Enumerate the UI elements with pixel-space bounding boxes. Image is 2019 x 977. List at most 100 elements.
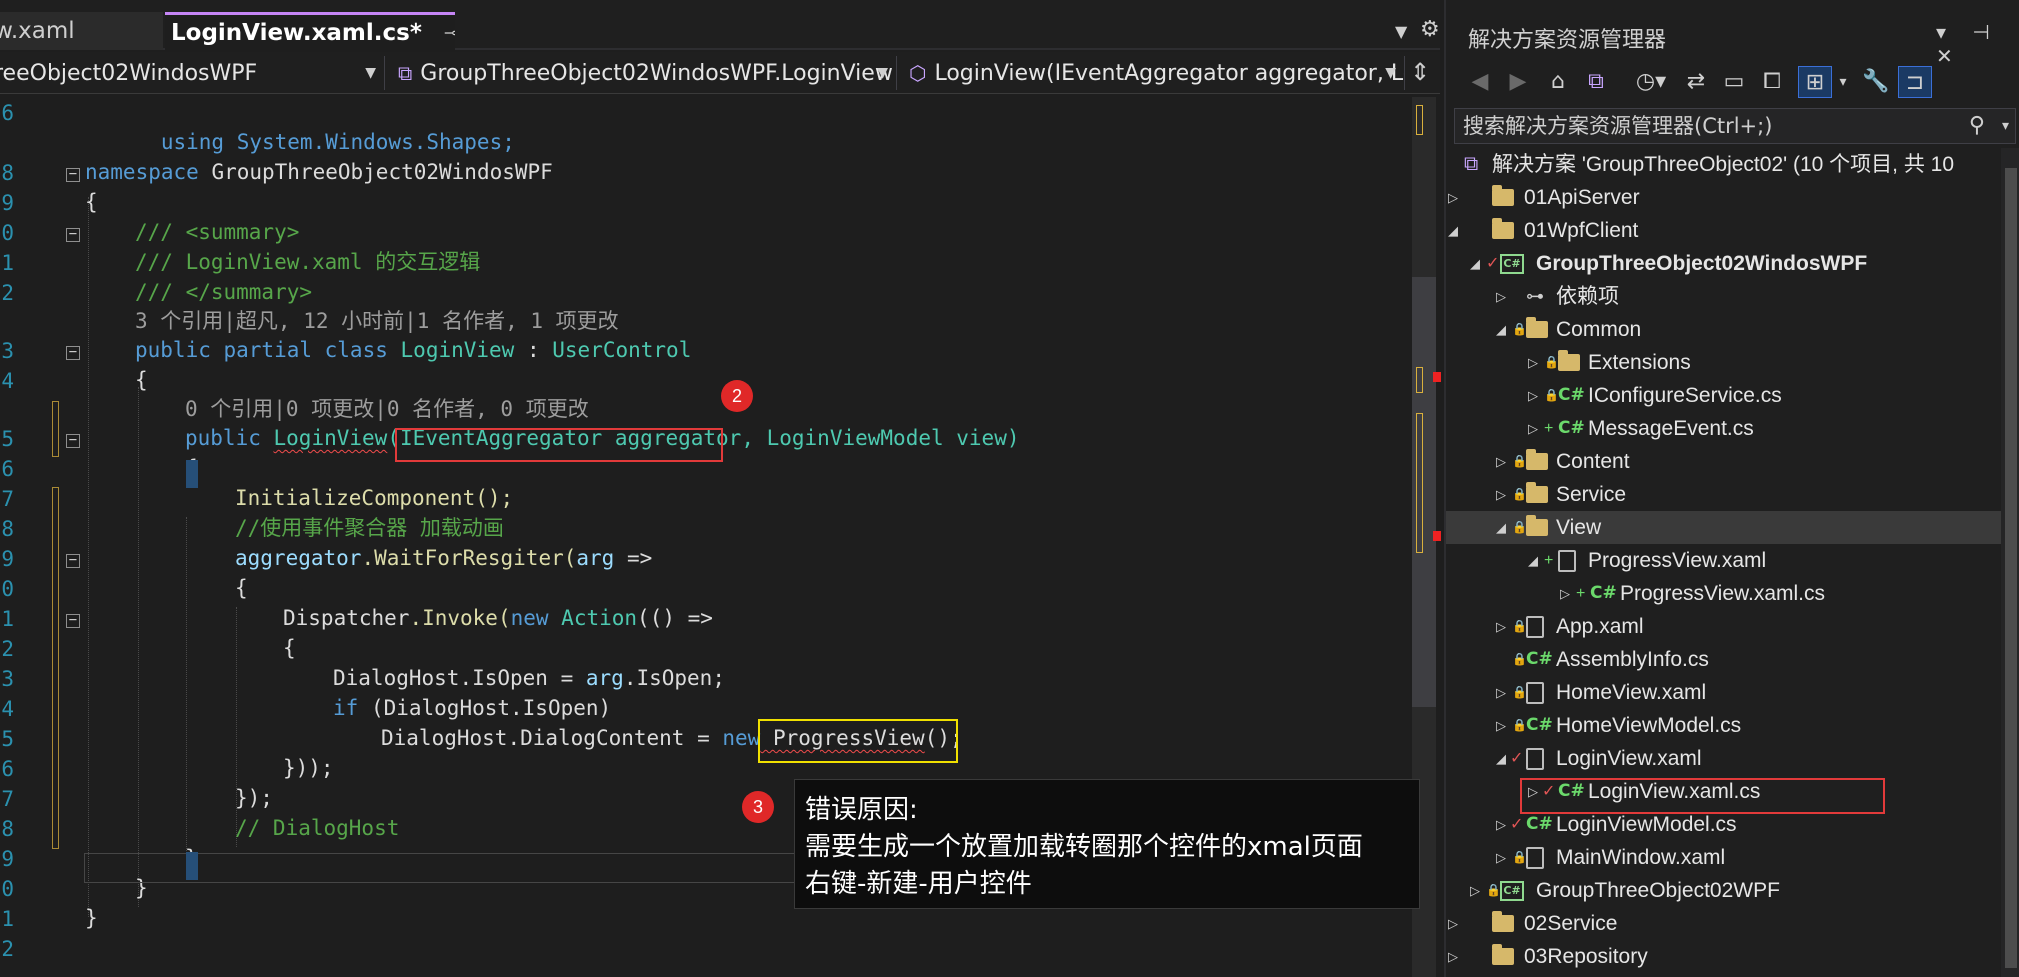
- expand-icon[interactable]: ▷: [1558, 577, 1572, 610]
- tree-item-folder[interactable]: ▷ 🔒 Content: [1446, 445, 2001, 478]
- method-cube-icon: ⬡: [909, 61, 927, 85]
- project-dropdown[interactable]: reeObject02WindosWPF ▼: [0, 56, 385, 90]
- back-icon[interactable]: ◀: [1466, 66, 1494, 98]
- tree-item-folder[interactable]: ▷ 01ApiServer: [1446, 181, 2001, 214]
- brace-match-highlight: [186, 460, 198, 488]
- expand-icon[interactable]: ▷: [1446, 907, 1460, 940]
- vs-switch-view-icon[interactable]: ⧉: [1580, 66, 1612, 98]
- expand-icon[interactable]: ▷: [1494, 841, 1508, 874]
- expand-icon[interactable]: ▷: [1494, 676, 1508, 709]
- expand-icon[interactable]: ▷: [1494, 808, 1508, 841]
- tree-item-project[interactable]: ◢ ✓ C# GroupThreeObject02WindosWPF: [1446, 247, 2001, 280]
- tree-item-folder[interactable]: ◢ 🔒 Common: [1446, 313, 2001, 346]
- tree-item-file[interactable]: ◢ ✓ LoginView.xaml: [1446, 742, 2001, 775]
- expand-icon[interactable]: ▷: [1446, 940, 1460, 973]
- collapse-icon[interactable]: ◢: [1526, 544, 1540, 577]
- preview-icon[interactable]: ⊐: [1898, 66, 1932, 98]
- code-line: //使用事件聚合器 加载动画: [235, 516, 504, 540]
- collapse-region-icon[interactable]: −: [66, 613, 80, 628]
- pin-tab-icon[interactable]: ⊸: [444, 23, 455, 42]
- collapse-region-icon[interactable]: −: [66, 345, 80, 360]
- change-marker: [1416, 367, 1423, 393]
- expand-icon[interactable]: ▷: [1526, 346, 1540, 379]
- tree-item-folder[interactable]: ▷ 🔒 Extensions: [1446, 346, 2001, 379]
- tree-item-file[interactable]: ▷ + C# MessageEvent.cs: [1446, 412, 2001, 445]
- gear-icon[interactable]: ⚙: [1420, 17, 1440, 42]
- tree-item-dependencies[interactable]: ▷ ⊶ 依赖项: [1446, 280, 2001, 313]
- expand-icon[interactable]: ▷: [1494, 280, 1508, 313]
- tab-list-dropdown-icon[interactable]: ▼: [1395, 22, 1407, 41]
- explorer-vertical-scrollbar[interactable]: [2001, 148, 2019, 977]
- lock-icon: 🔒: [1512, 685, 1527, 699]
- brace-match-highlight: [186, 852, 198, 880]
- annotation-badge-2: 2: [721, 380, 753, 412]
- pending-changes-filter-icon[interactable]: ◷▾: [1628, 66, 1674, 98]
- lock-icon: 🔒: [1512, 520, 1527, 534]
- annotation-box-red: [1520, 778, 1885, 814]
- csharp-project-icon: C#: [1500, 247, 1524, 280]
- solution-tree[interactable]: ⧉ 解决方案 'GroupThreeObject02' (10 个项目, 共 1…: [1446, 148, 2001, 977]
- tree-item-folder[interactable]: ▷ 03Repository: [1446, 940, 2001, 973]
- expand-icon[interactable]: ▷: [1526, 379, 1540, 412]
- change-indicator: [52, 487, 59, 849]
- collapse-region-icon[interactable]: −: [66, 227, 80, 242]
- expand-icon[interactable]: ▷: [1494, 709, 1508, 742]
- expand-icon[interactable]: ▷: [1494, 478, 1508, 511]
- code-line: Dispatcher.Invoke(new Action(() =>: [283, 606, 713, 630]
- collapse-region-icon[interactable]: −: [66, 433, 80, 448]
- scrollbar-thumb[interactable]: [2005, 168, 2017, 968]
- collapse-icon[interactable]: ◢: [1494, 511, 1508, 544]
- split-window-icon[interactable]: ⇕: [1410, 58, 1430, 86]
- code-line: using System.Windows.Shapes;: [160, 130, 515, 154]
- wrench-icon[interactable]: 🔧: [1860, 66, 1892, 98]
- tree-item-file[interactable]: ▷ 🔒 HomeView.xaml: [1446, 676, 2001, 709]
- collapse-icon[interactable]: ◢: [1446, 214, 1460, 247]
- annotation-badge-3: 3: [742, 791, 774, 823]
- tree-item-folder[interactable]: ▷ 02Service: [1446, 907, 2001, 940]
- chevron-down-icon[interactable]: ▾: [2002, 109, 2009, 143]
- expand-icon[interactable]: ▷: [1468, 874, 1482, 907]
- tab-login-view-xaml-cs[interactable]: LoginView.xaml.cs* ⊸ ✕: [165, 12, 455, 50]
- codelens-references[interactable]: 0 个引用|0 项更改|0 名作者, 0 项更改: [185, 394, 589, 424]
- collapse-region-icon[interactable]: −: [66, 553, 80, 568]
- tree-item-file[interactable]: ▷ + C# ProgressView.xaml.cs: [1446, 577, 2001, 610]
- expand-icon[interactable]: ▷: [1526, 412, 1540, 445]
- home-icon[interactable]: ⌂: [1542, 66, 1574, 98]
- show-all-files-icon[interactable]: ⊞: [1798, 66, 1832, 98]
- explorer-search-input[interactable]: 搜索解决方案资源管理器(Ctrl+;) ⚲ ▾: [1454, 108, 2016, 144]
- code-line: {: [135, 368, 148, 392]
- tree-item-solution[interactable]: ⧉ 解决方案 'GroupThreeObject02' (10 个项目, 共 1…: [1446, 148, 2001, 181]
- collapse-region-icon[interactable]: −: [66, 167, 80, 182]
- expand-icon[interactable]: ▷: [1494, 445, 1508, 478]
- tree-item-folder[interactable]: ▷ 🔒 Service: [1446, 478, 2001, 511]
- expand-icon[interactable]: ▷: [1494, 610, 1508, 643]
- sync-icon[interactable]: ⇄: [1680, 66, 1712, 98]
- expand-icon[interactable]: ▷: [1446, 181, 1460, 214]
- codelens-references[interactable]: 3 个引用|超凡, 12 小时前|1 名作者, 1 项更改: [135, 306, 619, 336]
- tree-item-file[interactable]: ▷ 🔒 C# HomeViewModel.cs: [1446, 709, 2001, 742]
- tree-item-project[interactable]: ▷ 🔒 C# GroupThreeObject02WPF: [1446, 874, 2001, 907]
- copy-icon[interactable]: ⧠: [1756, 66, 1788, 98]
- member-dropdown[interactable]: ⬡ LoginView(IEventAggregator aggregator,…: [903, 56, 1405, 90]
- class-dropdown[interactable]: ⧉ GroupThreeObject02WindosWPF.LoginView …: [392, 56, 897, 90]
- collapse-all-icon[interactable]: ▭: [1718, 66, 1750, 98]
- collapse-icon[interactable]: ◢: [1468, 247, 1482, 280]
- tree-item-file[interactable]: ▷ 🔒 App.xaml: [1446, 610, 2001, 643]
- panel-title: 解决方案资源管理器: [1468, 28, 1667, 53]
- error-marker: [1433, 531, 1441, 541]
- xaml-file-icon: [1526, 676, 1544, 709]
- tree-item-folder[interactable]: ◢ 🔒 View: [1446, 511, 2001, 544]
- collapse-icon[interactable]: ◢: [1494, 313, 1508, 346]
- forward-icon[interactable]: ▶: [1504, 66, 1532, 98]
- tab-login-view-xaml[interactable]: ew.xaml: [0, 12, 163, 50]
- collapse-icon[interactable]: ◢: [1494, 742, 1508, 775]
- tree-item-file[interactable]: ▷ 🔒 C# IConfigureService.cs: [1446, 379, 2001, 412]
- csharp-file-icon: C#: [1526, 649, 1553, 669]
- tree-item-folder[interactable]: ◢ 01WpfClient: [1446, 214, 2001, 247]
- tree-item-file[interactable]: ◢ + ProgressView.xaml: [1446, 544, 2001, 577]
- tree-item-file[interactable]: 🔒 C# AssemblyInfo.cs: [1446, 643, 2001, 676]
- chevron-down-icon[interactable]: ▾: [1834, 66, 1852, 98]
- tree-item-file[interactable]: ▷ 🔒 MainWindow.xaml: [1446, 841, 2001, 874]
- code-line: {: [283, 636, 296, 660]
- change-marker: [1416, 413, 1423, 553]
